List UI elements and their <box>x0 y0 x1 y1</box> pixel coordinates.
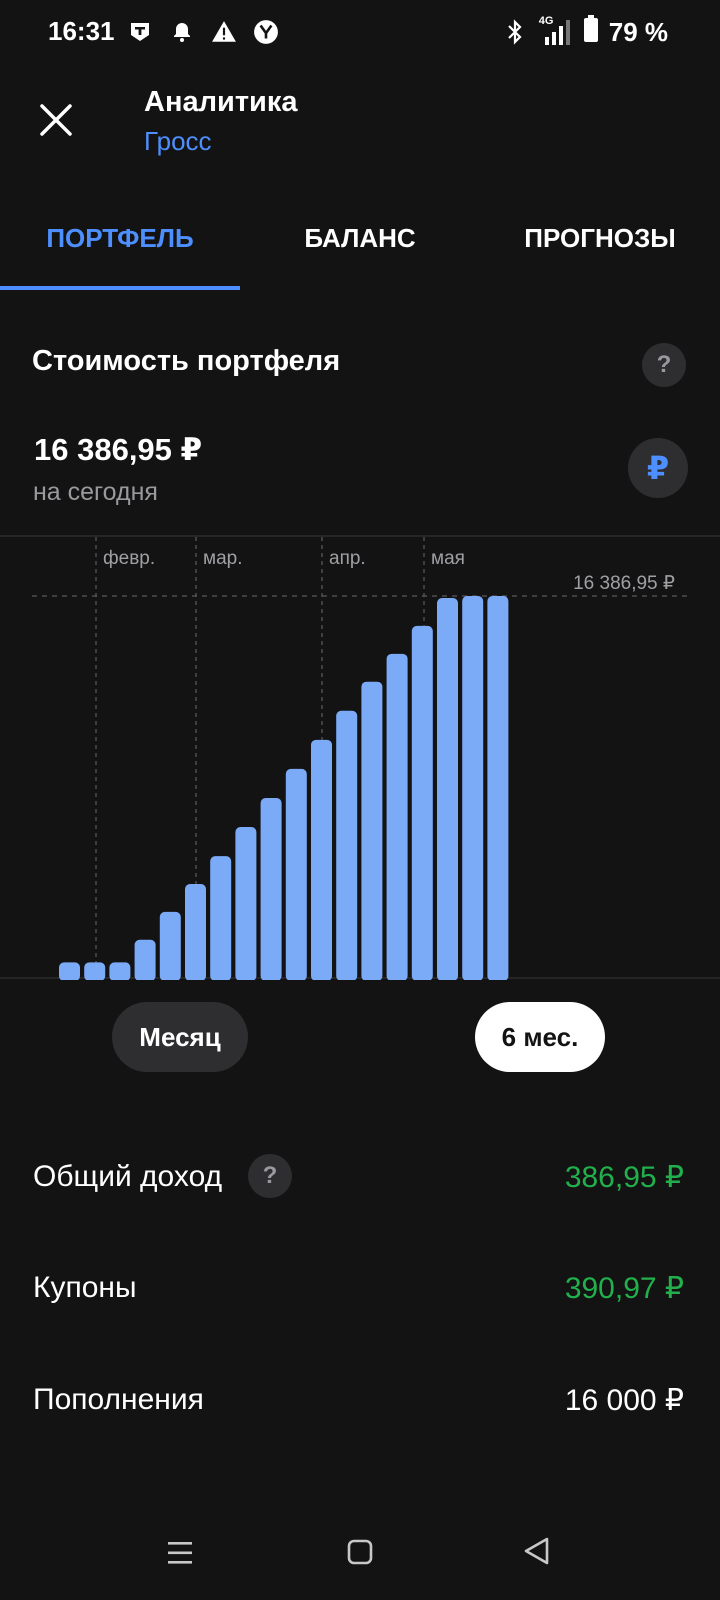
coupons-label: Купоны <box>33 1271 137 1304</box>
status-time: 16:31 <box>48 16 115 46</box>
month-tick-label: апр. <box>329 548 366 569</box>
square-icon <box>347 1539 373 1565</box>
chart-bar <box>235 827 257 980</box>
tab-portfolio[interactable]: ПОРТФЕЛЬ <box>0 210 240 292</box>
chart-bar <box>361 681 383 980</box>
portfolio-name-link[interactable]: Гросс <box>144 126 212 157</box>
help-button[interactable]: ? <box>642 343 686 387</box>
yandex-icon <box>252 18 280 46</box>
chart-bar <box>59 962 80 980</box>
month-tick-label: мая <box>431 548 465 569</box>
portfolio-value-caption: на сегодня <box>33 478 158 506</box>
chart-bar <box>487 596 509 980</box>
home-button[interactable] <box>346 1538 374 1571</box>
tab-balance[interactable]: БАЛАНС <box>240 210 480 292</box>
chart-bar <box>285 768 307 980</box>
battery-percent: 79 % <box>608 16 668 47</box>
chart-bar <box>462 596 484 980</box>
portfolio-value: 16 386,95 ₽ <box>34 432 203 467</box>
chart-bar <box>210 856 232 980</box>
menu-icon <box>168 1542 192 1564</box>
back-triangle-icon <box>524 1537 549 1565</box>
chart-bar <box>260 797 282 980</box>
period-6-months-button[interactable]: 6 мес. <box>475 1002 605 1072</box>
period-month-button[interactable]: Месяц <box>112 1002 248 1072</box>
month-tick-label: мар. <box>203 548 242 569</box>
battery-icon <box>583 14 599 50</box>
currency-switch-button[interactable]: ₽ <box>628 438 688 498</box>
bell-icon <box>168 18 196 46</box>
chart-bar <box>185 884 206 980</box>
chart-bar <box>159 911 181 980</box>
chart-bar <box>134 939 156 980</box>
page-title: Аналитика <box>144 86 298 118</box>
chart-bar <box>109 962 131 980</box>
warning-icon <box>210 18 238 46</box>
tab-forecasts[interactable]: ПРОГНОЗЫ <box>480 210 720 292</box>
chart-bar <box>411 625 433 980</box>
bluetooth-icon <box>501 18 529 46</box>
status-right: 4G 79 % <box>501 14 668 50</box>
chart-bar <box>386 653 408 980</box>
notification-icons <box>126 16 280 48</box>
total-income-value: 386,95 ₽ <box>564 1161 684 1194</box>
section-title: Стоимость портфеля <box>32 345 341 377</box>
back-button[interactable] <box>522 1536 552 1571</box>
chart-bar <box>336 710 358 980</box>
system-nav-bar <box>0 1504 720 1600</box>
coupons-value: 390,97 ₽ <box>564 1272 684 1305</box>
month-tick-label: февр. <box>103 548 155 569</box>
reference-value-label: 16 386,95 ₽ <box>573 573 675 594</box>
recent-apps-button[interactable] <box>166 1540 194 1571</box>
portfolio-chart: февр. мар. апр. мая 16 386,95 ₽ <box>0 535 720 980</box>
chart-bar <box>84 962 106 980</box>
total-income-label: Общий доход <box>33 1160 223 1193</box>
chart-bar <box>437 598 458 980</box>
total-income-help-button[interactable]: ? <box>248 1154 292 1198</box>
tinkoff-notification-icon <box>126 18 154 46</box>
deposits-label: Пополнения <box>33 1383 204 1416</box>
close-button[interactable] <box>36 100 76 140</box>
signal-icon: 4G <box>539 15 573 47</box>
tab-bar: ПОРТФЕЛЬ БАЛАНС ПРОГНОЗЫ <box>0 210 720 292</box>
close-icon <box>40 104 72 136</box>
deposits-value: 16 000 ₽ <box>564 1384 684 1417</box>
chart-bar <box>311 739 332 980</box>
